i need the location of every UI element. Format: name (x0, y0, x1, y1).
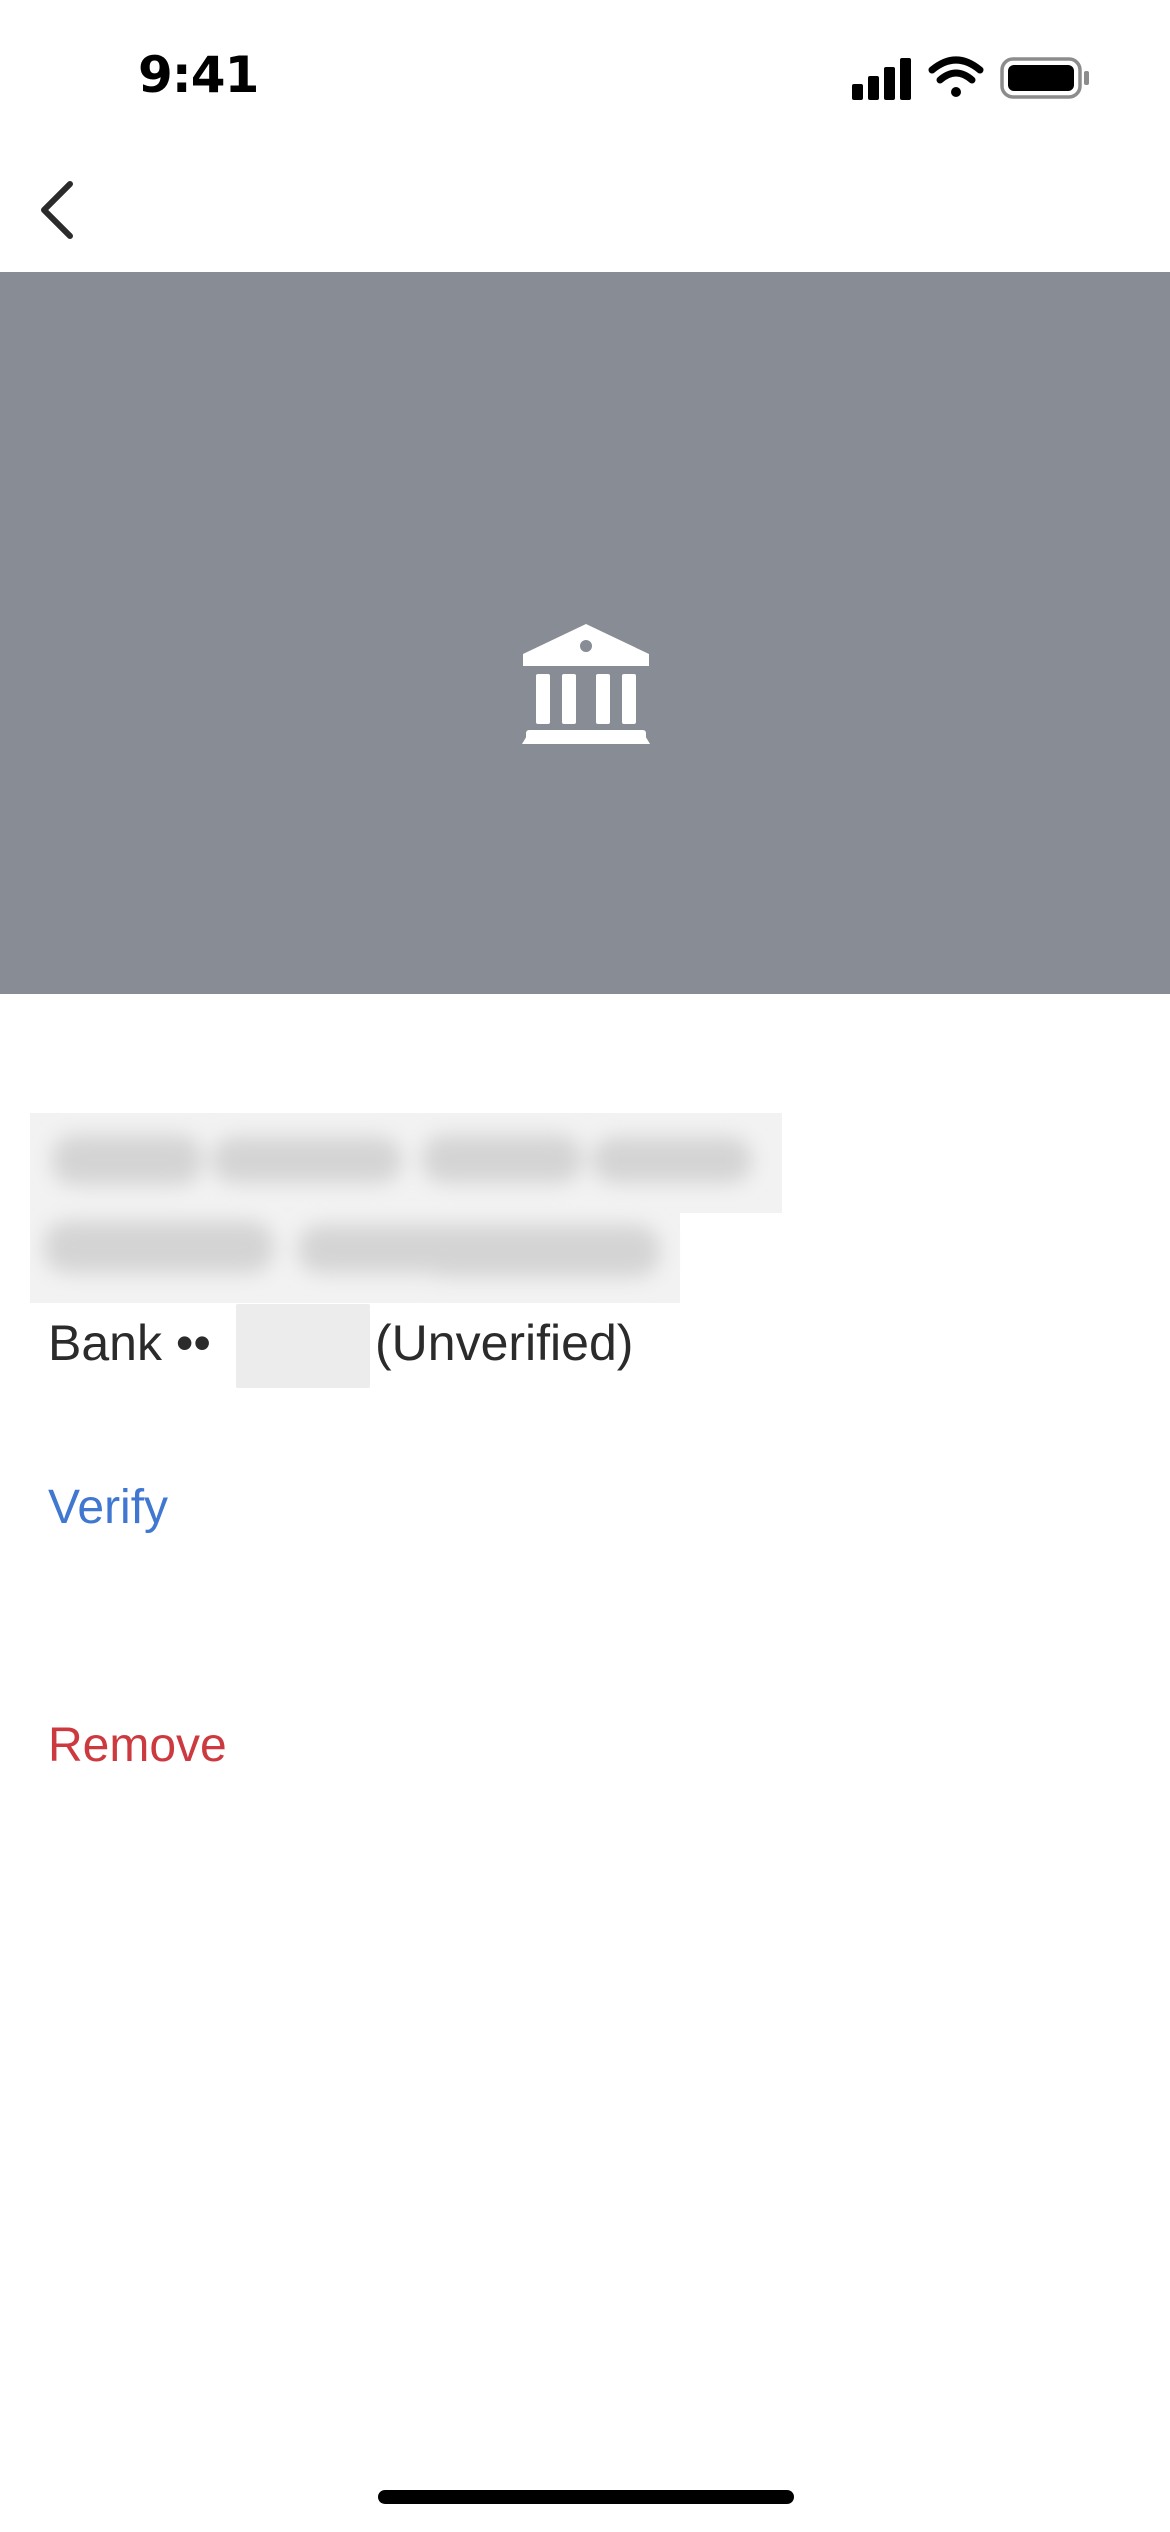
status-icons (852, 54, 1092, 104)
account-hero-banner (0, 272, 1170, 994)
redacted-account-name (30, 1113, 782, 1303)
navigation-bar (0, 150, 1170, 272)
cellular-signal-icon (852, 58, 911, 100)
redacted-account-digits (236, 1304, 370, 1388)
verification-status: (Unverified) (375, 1315, 634, 1371)
battery-icon (1000, 57, 1089, 99)
chevron-left-icon (41, 181, 73, 239)
status-bar: 9:41 (0, 0, 1170, 150)
back-button[interactable] (16, 170, 96, 250)
bank-icon (522, 620, 650, 748)
status-time: 9:41 (138, 46, 259, 104)
account-type-label: Bank •• (48, 1315, 211, 1371)
wifi-icon (928, 56, 984, 97)
home-indicator (378, 2490, 794, 2504)
remove-button[interactable]: Remove (48, 1718, 227, 1773)
verify-button[interactable]: Verify (48, 1480, 168, 1535)
